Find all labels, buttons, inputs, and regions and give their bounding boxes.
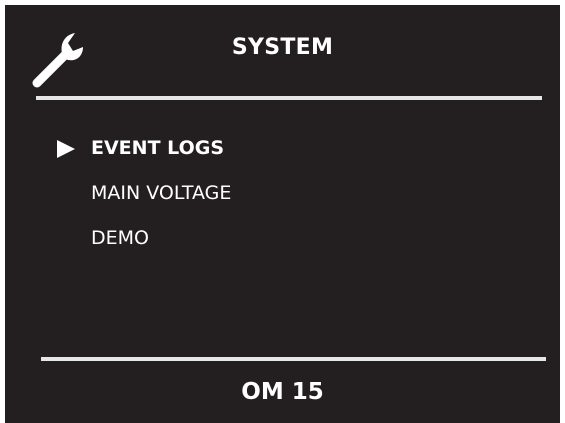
page-title: SYSTEM	[231, 35, 334, 60]
footer-label: OM 15	[241, 379, 324, 405]
menu-item-main-voltage[interactable]: MAIN VOLTAGE	[91, 182, 231, 204]
footer-divider	[41, 357, 546, 361]
menu-item-demo[interactable]: DEMO	[91, 227, 149, 249]
header-divider	[36, 96, 542, 100]
display-screen: SYSTEM EVENT LOGS MAIN VOLTAGE DEMO OM 1…	[5, 5, 560, 423]
selection-cursor-icon	[57, 140, 75, 158]
menu-item-event-logs[interactable]: EVENT LOGS	[91, 137, 224, 159]
